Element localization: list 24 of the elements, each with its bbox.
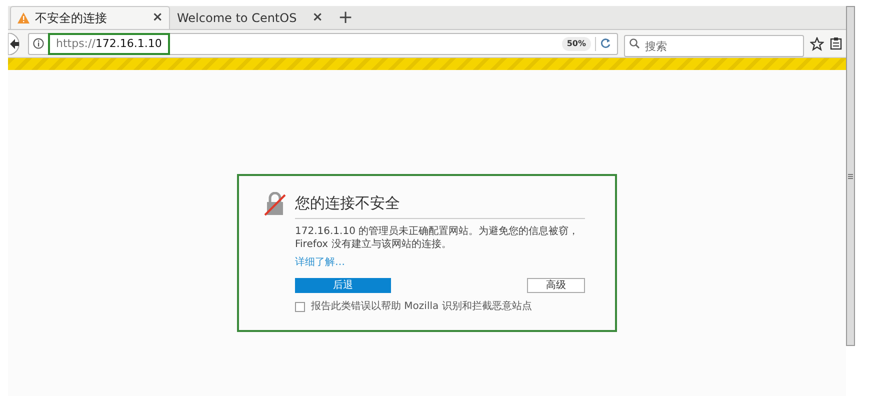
- tab-close-button[interactable]: ×: [152, 8, 163, 28]
- report-label: 报告此类错误以帮助 Mozilla 识别和拦截恶意站点: [311, 300, 532, 314]
- broken-lock-icon: [263, 192, 287, 216]
- search-field[interactable]: 搜索: [624, 35, 804, 57]
- url-text[interactable]: https://172.16.1.10: [56, 36, 162, 50]
- info-icon[interactable]: [33, 38, 44, 49]
- go-back-button[interactable]: 后退: [295, 278, 391, 294]
- reload-icon[interactable]: [600, 38, 611, 49]
- tab-close-button[interactable]: ×: [312, 8, 323, 28]
- tab-title: 不安全的连接: [35, 10, 108, 27]
- bookmark-star-icon[interactable]: [810, 36, 824, 50]
- new-tab-button[interactable]: +: [330, 6, 362, 29]
- search-icon: [629, 38, 640, 48]
- error-message: 172.16.1.10 的管理员未正确配置网站。为避免您的信息被窃，Firefox 没有建立与该网站的连接。: [295, 225, 580, 252]
- browser-tab[interactable]: 不安全的连接 ×: [10, 6, 170, 29]
- scrollbar[interactable]: [846, 6, 855, 346]
- error-title: 您的连接不安全: [295, 192, 585, 220]
- clipboard-icon[interactable]: [830, 37, 842, 50]
- tab-title: Welcome to CentOS: [177, 10, 298, 27]
- advanced-button[interactable]: 高级: [527, 278, 585, 294]
- grip-icon: [848, 174, 853, 178]
- back-icon[interactable]: [8, 32, 22, 54]
- report-checkbox[interactable]: [295, 302, 305, 312]
- zoom-badge[interactable]: 50%: [562, 36, 591, 50]
